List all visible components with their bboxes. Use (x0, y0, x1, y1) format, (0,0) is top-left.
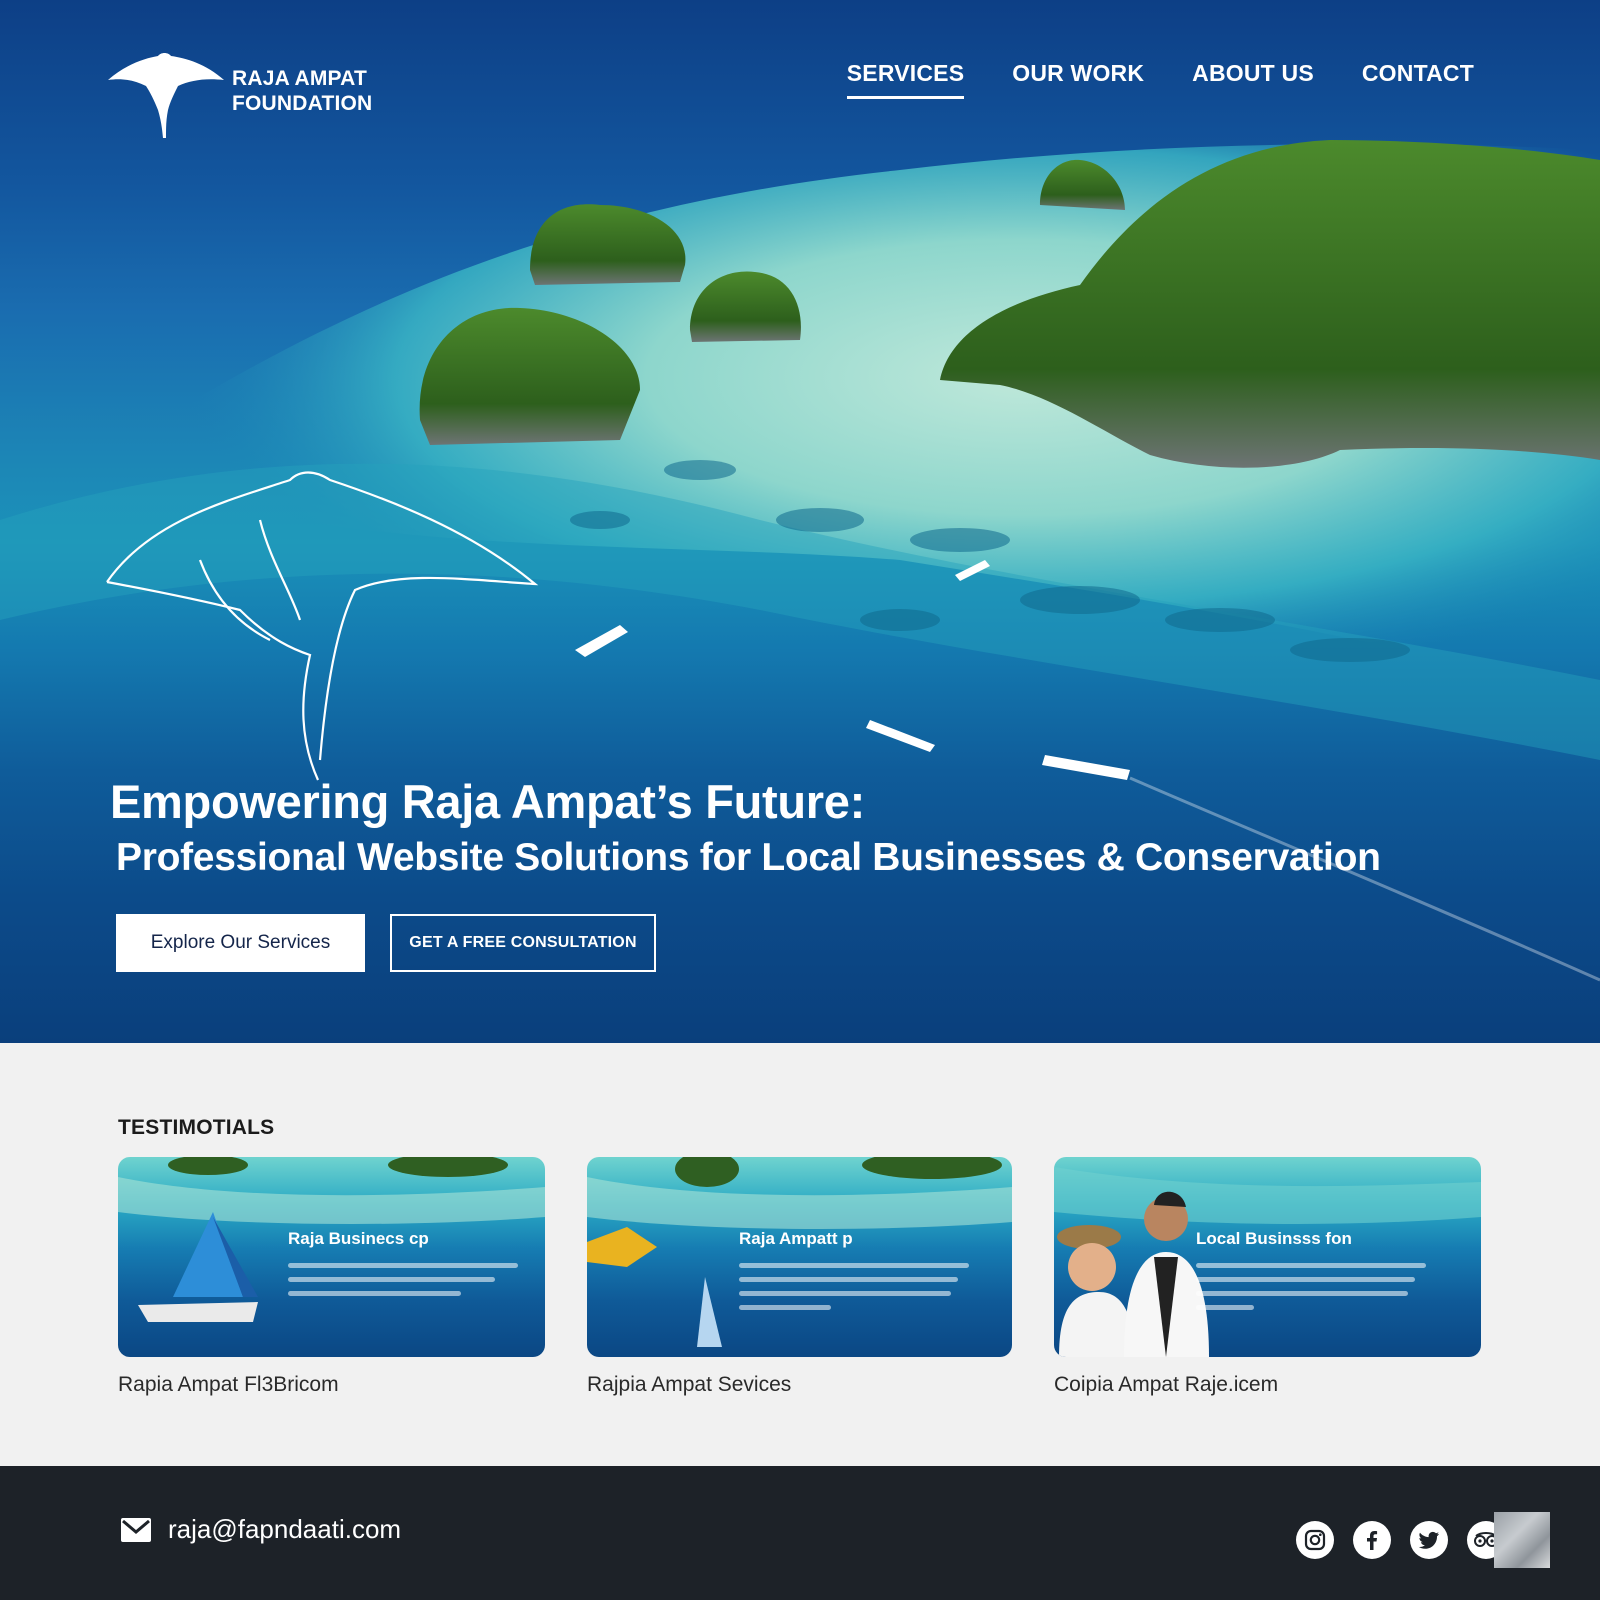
testimonial-image-1 (118, 1157, 545, 1322)
hero-section: RAJA AMPAT FOUNDATION SERVICES OUR WORK … (0, 0, 1600, 1043)
hero-background-image (0, 140, 1600, 982)
testimonial-caption-3: Coipia Ampat Raje.icem (1054, 1373, 1279, 1396)
footer-email[interactable]: raja@fapndaati.com (120, 1514, 401, 1545)
brand-name: RAJA AMPAT FOUNDATION (232, 66, 372, 116)
testimonial-image-2 (587, 1157, 1012, 1347)
pixelated-overlay (1494, 1512, 1550, 1568)
footer-email-address: raja@fapndaati.com (168, 1514, 402, 1544)
footer: raja@fapndaati.com (0, 1466, 1600, 1600)
testimonials-title: TESTIMOTIALS (118, 1116, 275, 1139)
hero-headline: Empowering Raja Ampat’s Future: (110, 775, 865, 828)
nav-item-contact[interactable]: CONTACT (1362, 60, 1474, 99)
nav-item-our-work[interactable]: OUR WORK (1012, 60, 1144, 99)
testimonial-card-2[interactable]: Raja Ampatt p (587, 1157, 1012, 1357)
main-nav: SERVICES OUR WORK ABOUT US CONTACT (846, 60, 1474, 99)
testimonial-caption-1: Rapia Ampat Fl3Bricom (118, 1373, 339, 1396)
explore-services-button[interactable]: Explore Our Services (116, 914, 365, 972)
brand-name-line2: FOUNDATION (232, 92, 373, 115)
manta-ray-icon (108, 53, 224, 138)
free-consultation-button[interactable]: GET A FREE CONSULTATION (390, 914, 656, 972)
facebook-icon[interactable] (1353, 1521, 1391, 1559)
mail-icon (121, 1517, 151, 1542)
instagram-icon[interactable] (1296, 1521, 1334, 1559)
testimonial-card-text (739, 1263, 969, 1319)
twitter-icon[interactable] (1410, 1521, 1448, 1559)
testimonial-card-text (1196, 1263, 1426, 1319)
social-links (1296, 1512, 1550, 1568)
nav-item-services[interactable]: SERVICES (846, 60, 965, 99)
testimonial-card-title: Local Businsss fon (1196, 1229, 1352, 1248)
testimonial-image-3 (1054, 1167, 1481, 1357)
testimonial-card-3[interactable]: Local Businsss fon (1054, 1157, 1481, 1357)
hero-subheadline: Professional Website Solutions for Local… (116, 836, 1381, 879)
nav-item-about-us[interactable]: ABOUT US (1192, 60, 1314, 99)
testimonial-card-text (288, 1263, 518, 1305)
brand-name-line1: RAJA AMPAT (232, 67, 367, 90)
testimonial-card-title: Raja Businecs cp (288, 1229, 429, 1248)
testimonial-card-title: Raja Ampatt p (739, 1229, 853, 1248)
brand-logo[interactable]: RAJA AMPAT FOUNDATION (106, 50, 406, 140)
testimonial-caption-2: Rajpia Ampat Sevices (587, 1373, 792, 1396)
testimonial-card-1[interactable]: Raja Businecs cp (118, 1157, 545, 1357)
